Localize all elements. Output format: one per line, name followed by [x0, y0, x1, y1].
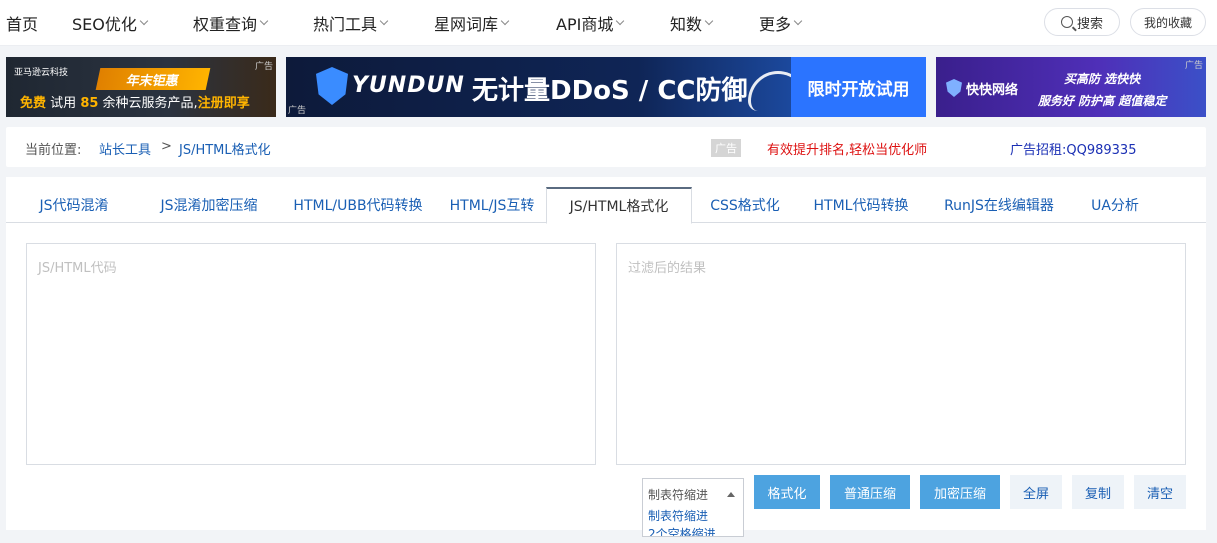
- ad-rest: 余种云服务产品,: [102, 96, 198, 111]
- tab-html-convert[interactable]: HTML代码转换: [798, 187, 924, 223]
- indent-selected-value: 制表符缩进: [648, 487, 709, 502]
- fullscreen-button[interactable]: 全屏: [1010, 475, 1062, 509]
- tab-label: JS代码混淆: [39, 198, 109, 214]
- breadcrumb-current[interactable]: JS/HTML格式化: [179, 139, 271, 158]
- tool-tabs: JS代码混淆 JS混淆加密压缩 HTML/UBB代码转换 HTML/JS互转 J…: [6, 187, 1206, 224]
- ad-headline: 无计量DDoS / CC防御: [472, 76, 748, 106]
- ad-cta[interactable]: 限时开放试用: [791, 57, 926, 117]
- nav-weight[interactable]: 权重查询: [193, 11, 269, 35]
- indent-option-tab[interactable]: 制表符缩进: [643, 507, 743, 525]
- ad-cta-label: 限时开放试用: [807, 79, 910, 100]
- chevron-down-icon: [500, 16, 510, 26]
- tab-js-obfuscate[interactable]: JS代码混淆: [8, 187, 140, 223]
- chevron-down-icon: [793, 16, 803, 26]
- nav-more-label: 更多: [759, 15, 792, 34]
- ad-free: 免费: [20, 96, 47, 111]
- ad-line2: 服务好 防护高 超值稳定: [1038, 94, 1167, 108]
- indent-select[interactable]: 制表符缩进: [642, 478, 744, 510]
- nav-weight-label: 权重查询: [193, 15, 258, 34]
- chevron-up-icon: [727, 492, 735, 497]
- tab-label: HTML/UBB代码转换: [293, 198, 423, 214]
- tab-css-format[interactable]: CSS格式化: [692, 187, 798, 223]
- nav-home[interactable]: 首页: [6, 11, 38, 35]
- nav-seo-label: SEO优化: [72, 15, 137, 34]
- breadcrumb-link-webmaster-tools[interactable]: 站长工具: [99, 139, 151, 158]
- tab-label: HTML代码转换: [813, 198, 909, 214]
- ad-banner-yundun[interactable]: YUNDUN 无计量DDoS / CC防御 限时开放试用 广告: [286, 57, 926, 117]
- tab-label: UA分析: [1091, 198, 1139, 214]
- tab-label: RunJS在线编辑器: [944, 198, 1054, 214]
- ad-line1: 买高防 选快快: [1064, 72, 1141, 86]
- nav-keywords-label: 星网词库: [434, 15, 499, 34]
- result-output[interactable]: [616, 243, 1186, 465]
- breadcrumb: 当前位置: 站长工具 > JS/HTML格式化 广告 有效提升排名,轻松当优化师…: [6, 127, 1206, 167]
- tab-ua[interactable]: UA分析: [1074, 187, 1156, 223]
- nav-zhishu-label: 知数: [670, 15, 703, 34]
- nav-home-label: 首页: [6, 15, 39, 34]
- ad-tag: 广告: [711, 139, 741, 157]
- nav-api[interactable]: API商城: [556, 11, 625, 35]
- top-navbar: 首页 SEO优化 权重查询 热门工具 星网词库 API商城 知数 更多 搜索 我…: [0, 0, 1217, 46]
- code-input[interactable]: [26, 243, 596, 465]
- ad-text: 免费 试用 85 余种云服务产品,注册即享: [20, 92, 250, 111]
- ad-tag: 广告: [1184, 61, 1203, 71]
- tab-label: JS混淆加密压缩: [160, 198, 258, 214]
- breadcrumb-label: 当前位置:: [25, 143, 82, 158]
- tool-panel: JS代码混淆 JS混淆加密压缩 HTML/UBB代码转换 HTML/JS互转 J…: [6, 177, 1206, 537]
- tab-html-ubb[interactable]: HTML/UBB代码转换: [278, 187, 438, 223]
- tab-label: JS/HTML格式化: [569, 199, 669, 215]
- nav-keywords[interactable]: 星网词库: [434, 11, 510, 35]
- tab-html-js[interactable]: HTML/JS互转: [438, 187, 546, 223]
- clear-button[interactable]: 清空: [1134, 475, 1186, 509]
- ad-badge-text: 年末钜惠: [124, 73, 181, 89]
- shield-icon: [946, 79, 962, 97]
- nav-hot-tools-label: 热门工具: [313, 15, 378, 34]
- favorites-label: 我的收藏: [1143, 15, 1192, 30]
- encrypt-compress-button[interactable]: 加密压缩: [920, 475, 1000, 509]
- ad-contact-link[interactable]: 广告招租:QQ989335: [1010, 139, 1136, 158]
- shield-icon: [316, 67, 348, 105]
- search-button[interactable]: 搜索: [1044, 8, 1120, 36]
- nav-hot-tools[interactable]: 热门工具: [313, 11, 389, 35]
- tab-js-encrypt-compress[interactable]: JS混淆加密压缩: [140, 187, 278, 223]
- indent-option-2space[interactable]: 2个空格缩进: [643, 525, 743, 536]
- breadcrumb-separator: >: [161, 139, 172, 154]
- nav-seo[interactable]: SEO优化: [72, 11, 149, 35]
- nav-zhishu[interactable]: 知数: [670, 11, 714, 35]
- search-icon: [1060, 16, 1073, 28]
- tab-label: CSS格式化: [710, 198, 780, 214]
- ad-badge: 年末钜惠: [95, 68, 211, 90]
- format-button[interactable]: 格式化: [754, 475, 820, 509]
- ad-count: 85: [80, 96, 99, 111]
- ad-tag: 广告: [288, 106, 307, 116]
- ad-register: 注册即享: [197, 96, 250, 111]
- favorites-button[interactable]: 我的收藏: [1130, 8, 1206, 36]
- search-label: 搜索: [1076, 16, 1103, 32]
- promo-link[interactable]: 有效提升排名,轻松当优化师: [767, 139, 927, 158]
- chevron-down-icon: [139, 16, 149, 26]
- nav-api-label: API商城: [556, 15, 614, 34]
- tab-runjs[interactable]: RunJS在线编辑器: [924, 187, 1074, 223]
- chevron-down-icon: [259, 16, 269, 26]
- ad-logo: 快快网络: [966, 83, 1019, 98]
- indent-dropdown: 制表符缩进 2个空格缩进: [642, 507, 744, 537]
- chevron-down-icon: [616, 16, 625, 26]
- chevron-down-icon: [704, 16, 714, 26]
- chevron-down-icon: [379, 16, 389, 26]
- ad-banner-kuaikuai[interactable]: 快快网络 买高防 选快快 服务好 防护高 超值稳定 广告: [936, 57, 1206, 117]
- ad-logo: YUNDUN: [352, 73, 465, 98]
- compress-button[interactable]: 普通压缩: [830, 475, 910, 509]
- ad-banner-aws[interactable]: 亚马逊云科技 广告 年末钜惠 免费 试用 85 余种云服务产品,注册即享: [6, 57, 276, 117]
- tab-label: HTML/JS互转: [449, 198, 535, 214]
- nav-more[interactable]: 更多: [759, 11, 803, 35]
- ad-tag: 广告: [254, 62, 273, 72]
- tab-js-html-format[interactable]: JS/HTML格式化: [546, 187, 692, 224]
- copy-button[interactable]: 复制: [1072, 475, 1124, 509]
- ad-try: 试用: [50, 96, 77, 111]
- ad-brand: 亚马逊云科技: [14, 68, 69, 78]
